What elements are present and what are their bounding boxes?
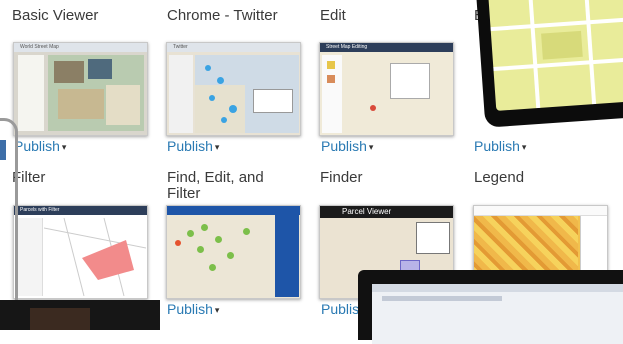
thumbnail-title: World Street Map: [20, 44, 59, 50]
thumbnail-toolbar: [322, 55, 342, 133]
thumbnail-map: [44, 218, 146, 296]
laptop-screen: [372, 284, 623, 344]
thumbnail-header: Parcel Viewer: [320, 206, 453, 218]
template-thumbnail-basic-viewer[interactable]: World Street Map: [13, 42, 148, 136]
thumbnail-results-list: [416, 222, 450, 254]
template-thumbnail-filter[interactable]: Parcels with Filter: [13, 205, 148, 299]
thumbnail-map: [48, 55, 144, 131]
template-thumbnail-chrome-twitter[interactable]: Twitter: [166, 42, 301, 136]
tablet-screen-map: [487, 0, 623, 111]
template-thumbnail-edit[interactable]: Street Map Editing: [319, 42, 454, 136]
thumbnail-header: Street Map Editing: [320, 43, 453, 52]
publish-button-basic-viewer[interactable]: Publish ▾: [14, 138, 66, 154]
chevron-down-icon: ▾: [214, 305, 220, 315]
template-title-basic-viewer: Basic Viewer: [12, 7, 99, 24]
tablet-device: [474, 0, 623, 128]
publish-button-chrome-twitter[interactable]: Publish ▾: [167, 138, 219, 154]
template-thumbnail-find-edit-filter[interactable]: [166, 205, 301, 299]
thumbnail-sidebar: [169, 55, 193, 133]
thumbnail-header: Parcels with Filter: [14, 206, 147, 215]
publish-button-partial[interactable]: Publish ▾: [474, 138, 526, 154]
publish-button-find-edit-filter[interactable]: Publish ▾: [167, 301, 219, 317]
thumbnail-map: [195, 55, 299, 133]
thumbnail-title: Parcels with Filter: [20, 207, 60, 213]
chevron-down-icon: ▾: [61, 142, 67, 152]
chevron-down-icon: ▾: [521, 142, 527, 152]
template-title-edit: Edit: [320, 7, 346, 24]
thumbnail-header: Twitter: [167, 43, 300, 52]
template-title-legend: Legend: [474, 169, 525, 186]
publish-button-edit[interactable]: Publish ▾: [321, 138, 373, 154]
thumbnail-header: World Street Map: [14, 43, 147, 52]
publish-button-finder[interactable]: Publis: [321, 301, 359, 317]
template-title-chrome-twitter: Chrome - Twitter: [167, 7, 278, 24]
thumbnail-header: [474, 206, 607, 216]
thumbnail-title: Parcel Viewer: [342, 207, 392, 216]
template-title-find-edit-filter: Find, Edit, and Filter: [167, 169, 264, 202]
thumbnail-title: Street Map Editing: [326, 44, 368, 50]
thumbnail-header: [167, 206, 300, 215]
thumbnail-panel: [275, 215, 299, 297]
thumbnail-sidebar: [16, 218, 43, 296]
chevron-down-icon: ▾: [214, 142, 220, 152]
thumbnail-sidebar: [18, 55, 44, 131]
laptop-device: [358, 270, 623, 344]
template-title-finder: Finder: [320, 169, 363, 186]
thumbnail-title: Twitter: [173, 44, 188, 50]
device-screen-strip: [0, 140, 6, 160]
thumbnail-edit-popup: [390, 63, 430, 99]
chevron-down-icon: ▾: [368, 142, 374, 152]
